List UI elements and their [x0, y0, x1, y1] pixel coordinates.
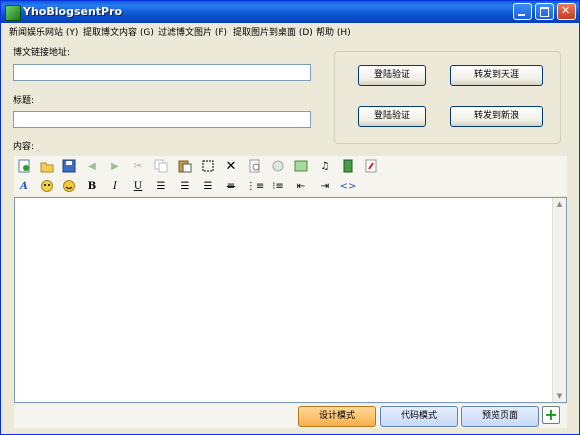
- close-button[interactable]: [557, 3, 576, 20]
- flash-icon[interactable]: [363, 158, 379, 174]
- strikethrough-icon[interactable]: ≡: [223, 178, 239, 194]
- outdent-icon[interactable]: ⇤: [293, 178, 309, 194]
- link-icon[interactable]: [270, 158, 286, 174]
- smiley-icon[interactable]: [61, 178, 77, 194]
- scroll-up-icon[interactable]: ▲: [553, 198, 566, 210]
- content-label: 内容:: [13, 142, 35, 152]
- undo-icon[interactable]: ◀: [84, 158, 100, 174]
- new-doc-icon[interactable]: [16, 158, 32, 174]
- italic-icon[interactable]: I: [107, 178, 123, 194]
- scroll-down-icon[interactable]: ▼: [553, 390, 566, 402]
- menu-extract-images[interactable]: 提取图片到桌面 (D): [233, 25, 313, 38]
- app-logo-icon: [5, 5, 21, 21]
- content-editor[interactable]: ▲ ▼: [14, 197, 567, 403]
- title-input[interactable]: [13, 111, 311, 128]
- paste-icon[interactable]: [177, 158, 193, 174]
- cut-icon[interactable]: ✂: [130, 158, 146, 174]
- forward-tianya-button[interactable]: 转发到天涯: [450, 65, 543, 86]
- align-center-icon[interactable]: ☰: [177, 178, 193, 194]
- underline-icon[interactable]: U: [130, 178, 146, 194]
- image-icon[interactable]: [293, 158, 309, 174]
- align-right-icon[interactable]: ☰: [200, 178, 216, 194]
- code-mode-button[interactable]: 代码模式: [380, 406, 458, 427]
- emoticon-icon[interactable]: [39, 178, 55, 194]
- url-label: 博文链接地址:: [13, 48, 71, 58]
- login-verify-button-2[interactable]: 登陆验证: [358, 106, 426, 127]
- align-left-icon[interactable]: ☰: [153, 178, 169, 194]
- login-verify-button-1[interactable]: 登陆验证: [358, 65, 426, 86]
- ordered-list-icon[interactable]: ⋮≡: [246, 178, 264, 194]
- menu-news-sites[interactable]: 新闻娱乐网站 (Y): [9, 25, 78, 38]
- maximize-button[interactable]: [535, 3, 554, 20]
- title-label: 标题:: [13, 96, 35, 106]
- redo-icon[interactable]: ▶: [107, 158, 123, 174]
- code-view-icon[interactable]: <>: [340, 178, 357, 194]
- add-plus-icon[interactable]: +: [542, 406, 560, 424]
- select-all-icon[interactable]: [200, 158, 216, 174]
- menu-bar: 新闻娱乐网站 (Y) 提取博文内容 (G) 过滤博文图片 (F) 提取图片到桌面…: [1, 23, 579, 39]
- indent-icon[interactable]: ⇥: [317, 178, 333, 194]
- title-bar[interactable]: YhoBlogsentPro: [1, 1, 579, 23]
- minimize-button[interactable]: [513, 3, 532, 20]
- menu-filter-images[interactable]: 过滤博文图片 (F): [158, 25, 227, 38]
- open-folder-icon[interactable]: [39, 158, 55, 174]
- menu-help[interactable]: 帮助 (H): [316, 25, 351, 38]
- editor-scrollbar[interactable]: ▲ ▼: [552, 198, 566, 402]
- copy-icon[interactable]: [153, 158, 169, 174]
- font-style-icon[interactable]: A: [16, 178, 32, 194]
- preview-button[interactable]: 预览页面: [461, 406, 539, 427]
- editor-toolbar: ◀ ▶ ✂ ✕ ♫ A B I U ☰ ☰ ☰ ≡ ⋮≡ ⁝≡ ⇤ ⇥ <>: [14, 156, 567, 196]
- url-input[interactable]: [13, 64, 311, 81]
- design-mode-button[interactable]: 设计模式: [298, 406, 376, 427]
- video-icon[interactable]: [340, 158, 356, 174]
- find-icon[interactable]: [247, 158, 263, 174]
- audio-icon[interactable]: ♫: [317, 158, 333, 174]
- delete-icon[interactable]: ✕: [223, 158, 239, 174]
- window-title: YhoBlogsentPro: [23, 5, 123, 18]
- save-icon[interactable]: [61, 158, 77, 174]
- bold-icon[interactable]: B: [84, 178, 100, 194]
- unordered-list-icon[interactable]: ⁝≡: [270, 178, 286, 194]
- app-window: YhoBlogsentPro 新闻娱乐网站 (Y) 提取博文内容 (G) 过滤博…: [0, 0, 580, 435]
- forward-sina-button[interactable]: 转发到新浪: [450, 106, 543, 127]
- menu-extract-content[interactable]: 提取博文内容 (G): [83, 25, 154, 38]
